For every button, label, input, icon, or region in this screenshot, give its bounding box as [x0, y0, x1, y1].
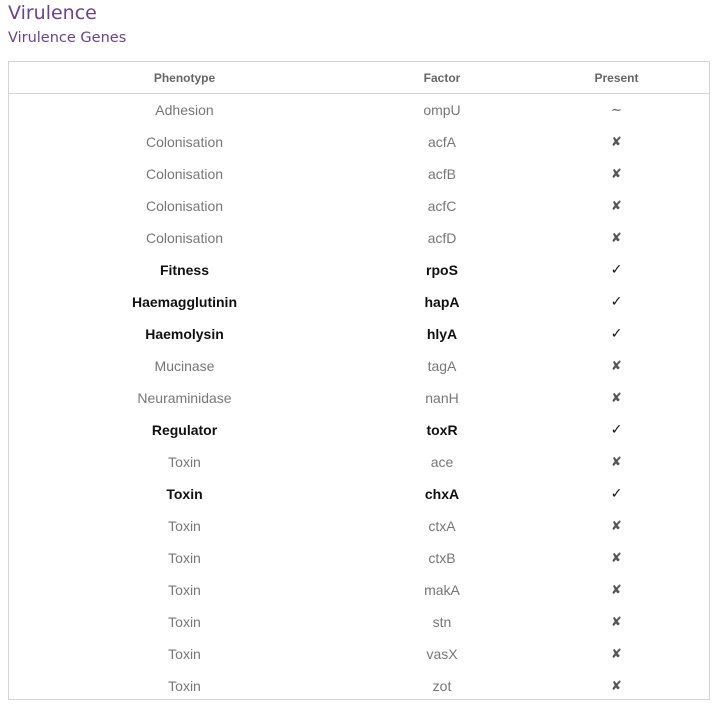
- phenotype-cell: Mucinase: [154, 358, 215, 374]
- cross-icon: ✘: [611, 230, 622, 246]
- check-icon: ✓: [610, 326, 623, 342]
- factor-cell: ctxA: [428, 518, 456, 534]
- phenotype-cell: Neuraminidase: [137, 390, 232, 406]
- table-row: Neuraminidase nanH ✘: [9, 382, 709, 414]
- phenotype-cell: Colonisation: [145, 134, 224, 150]
- page-title: Virulence: [8, 2, 97, 24]
- phenotype-cell: Toxin: [168, 550, 201, 566]
- cross-icon: ✘: [611, 582, 622, 598]
- cross-icon: ✘: [611, 614, 622, 630]
- table-row: Toxin ace ✘: [9, 446, 709, 478]
- phenotype-cell: Colonisation: [145, 230, 224, 246]
- virulence-table-container: Phenotype Factor Present Adhesion ompU ∼ Co…: [8, 61, 710, 700]
- table-row: Colonisation acfA ✘: [9, 126, 709, 158]
- table-row: Mucinase tagA ✘: [9, 350, 709, 382]
- factor-cell: hapA: [424, 294, 460, 310]
- table-row: Haemolysin hlyA ✓: [9, 318, 709, 350]
- cross-icon: ✘: [611, 134, 622, 150]
- table-row: Toxin stn ✘: [9, 606, 709, 638]
- table-body: Adhesion ompU ∼ Colonisation acfA ✘ Colonisati…: [9, 94, 709, 703]
- table-row: Fitness rpoS ✓: [9, 254, 709, 286]
- phenotype-cell: Toxin: [168, 454, 201, 470]
- phenotype-cell: Haemagglutinin: [131, 294, 237, 310]
- table-row: Regulator toxR ✓: [9, 414, 709, 446]
- factor-cell: acfA: [427, 134, 456, 150]
- column-header-factor[interactable]: Factor: [360, 62, 524, 94]
- phenotype-cell: Haemolysin: [145, 326, 224, 342]
- check-icon: ✓: [610, 294, 623, 310]
- phenotype-cell: Adhesion: [155, 102, 214, 118]
- cross-icon: ✘: [611, 358, 622, 374]
- factor-cell: chxA: [424, 486, 460, 502]
- factor-cell: ctxB: [428, 550, 456, 566]
- factor-cell: tagA: [427, 358, 457, 374]
- phenotype-cell: Toxin: [168, 518, 201, 534]
- factor-cell: vasX: [426, 646, 458, 662]
- phenotype-cell: Toxin: [168, 678, 201, 694]
- cross-icon: ✘: [611, 518, 622, 534]
- table-row: Toxin vasX ✘: [9, 638, 709, 670]
- phenotype-cell: Fitness: [159, 262, 209, 278]
- column-header-phenotype[interactable]: Phenotype: [9, 62, 360, 94]
- table-row: Colonisation acfD ✘: [9, 222, 709, 254]
- factor-cell: nanH: [425, 390, 459, 406]
- cross-icon: ✘: [611, 646, 622, 662]
- column-header-present[interactable]: Present: [524, 62, 709, 94]
- cross-icon: ✘: [611, 678, 622, 694]
- check-icon: ✓: [610, 262, 623, 278]
- factor-cell: acfB: [427, 166, 456, 182]
- table-row: Colonisation acfC ✘: [9, 190, 709, 222]
- factor-cell: ace: [430, 454, 454, 470]
- virulence-genes-table: Phenotype Factor Present Adhesion ompU ∼ Co…: [9, 62, 709, 702]
- tilde-icon: ∼: [611, 102, 622, 118]
- table-row: Toxin ctxB ✘: [9, 542, 709, 574]
- phenotype-cell: Colonisation: [145, 198, 224, 214]
- table-row: Toxin zot ✘: [9, 670, 709, 702]
- check-icon: ✓: [610, 422, 623, 438]
- factor-cell: hlyA: [426, 326, 458, 342]
- factor-cell: makA: [424, 582, 460, 598]
- factor-cell: zot: [432, 678, 452, 694]
- factor-cell: rpoS: [426, 262, 458, 278]
- header-row: Phenotype Factor Present: [9, 62, 709, 94]
- phenotype-cell: Toxin: [166, 486, 203, 502]
- table-row: Haemagglutinin hapA ✓: [9, 286, 709, 318]
- factor-cell: stn: [432, 614, 452, 630]
- factor-cell: acfC: [427, 198, 457, 214]
- factor-cell: ompU: [423, 102, 461, 118]
- phenotype-cell: Regulator: [151, 422, 218, 438]
- cross-icon: ✘: [611, 166, 622, 182]
- table-row: Toxin makA ✘: [9, 574, 709, 606]
- cross-icon: ✘: [611, 550, 622, 566]
- phenotype-cell: Toxin: [168, 582, 201, 598]
- table-row: Colonisation acfB ✘: [9, 158, 709, 190]
- cross-icon: ✘: [611, 198, 622, 214]
- phenotype-cell: Toxin: [168, 646, 201, 662]
- phenotype-cell: Toxin: [168, 614, 201, 630]
- cross-icon: ✘: [611, 454, 622, 470]
- table-row: Toxin chxA ✓: [9, 478, 709, 510]
- page-subtitle: Virulence Genes: [8, 30, 127, 46]
- table-row: Toxin ctxA ✘: [9, 510, 709, 542]
- cross-icon: ✘: [611, 390, 622, 406]
- table-header: Phenotype Factor Present: [9, 62, 709, 94]
- factor-cell: acfD: [427, 230, 457, 246]
- factor-cell: toxR: [426, 422, 458, 438]
- phenotype-cell: Colonisation: [145, 166, 224, 182]
- check-icon: ✓: [610, 486, 623, 502]
- table-row: Adhesion ompU ∼: [9, 94, 709, 127]
